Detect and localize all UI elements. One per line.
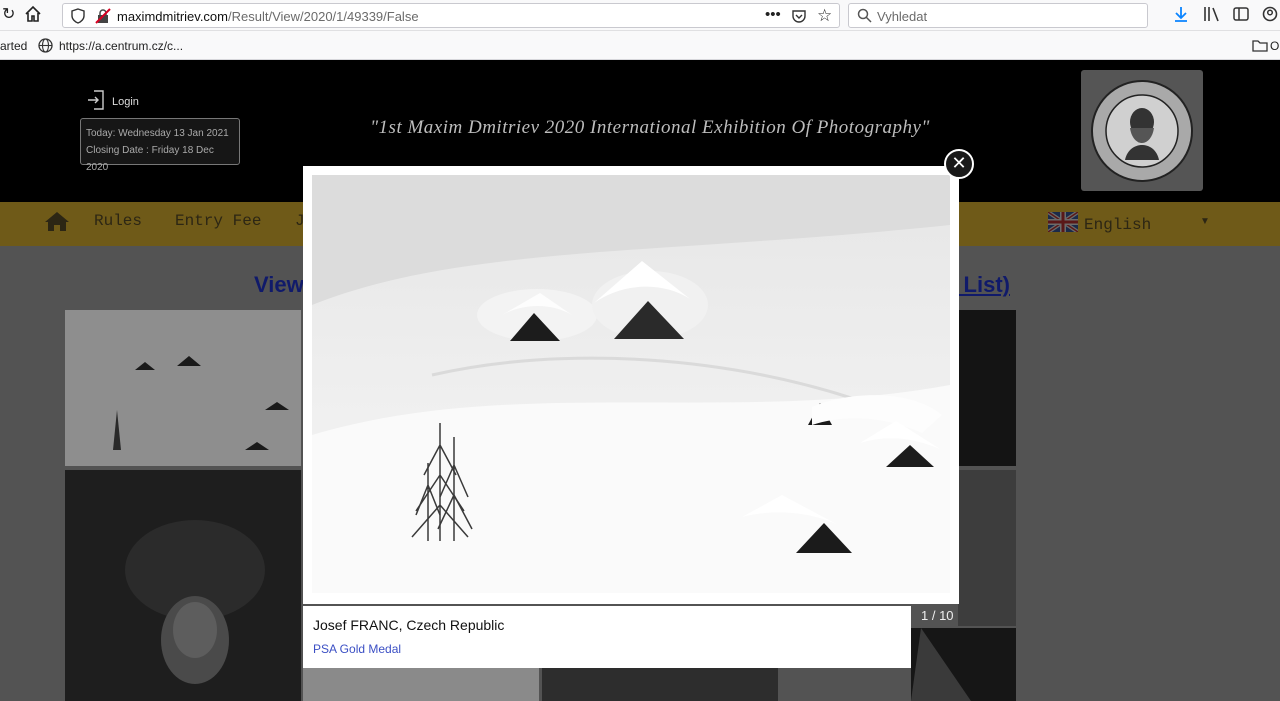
download-icon[interactable] [1173, 6, 1189, 26]
uk-flag-icon [1046, 210, 1080, 237]
thumbnail-image [65, 470, 301, 701]
language-label: English [1084, 215, 1152, 234]
page-heading: View [254, 272, 304, 297]
gallery-thumbnail[interactable] [65, 310, 301, 466]
site-logo[interactable] [1081, 70, 1203, 191]
shield-icon[interactable] [71, 8, 85, 28]
thumbnail-image [65, 310, 301, 466]
account-icon[interactable] [1262, 6, 1278, 26]
bookmark-star-icon[interactable]: ☆ [817, 7, 832, 24]
date-info-box: Today: Wednesday 13 Jan 2021 Closing Dat… [80, 118, 240, 173]
gallery-thumbnail[interactable] [958, 310, 1016, 466]
bookmark-item[interactable]: arted [0, 39, 27, 53]
lightbox-image[interactable] [312, 175, 950, 593]
library-icon[interactable] [1203, 6, 1221, 26]
bookmark-link[interactable]: https://a.centrum.cz/c... [59, 39, 183, 53]
insecure-lock-icon[interactable] [95, 8, 111, 28]
image-counter: 1 / 10 [921, 608, 954, 623]
bookmarks-toolbar: arted https://a.centrum.cz/c... O [0, 31, 1280, 60]
nav-entry-fee[interactable]: Entry Fee [175, 212, 261, 230]
search-icon [857, 8, 872, 27]
lightbox [303, 166, 959, 604]
thumbnail-image [911, 628, 1016, 701]
closing-date: Closing Date : Friday 18 Dec 2020 [86, 145, 214, 173]
url-path: /Result/View/2020/1/49339/False [228, 9, 419, 24]
bookmark-folder-label[interactable]: O [1270, 39, 1279, 53]
folder-icon[interactable] [1252, 39, 1268, 56]
url-host: maximdmitriev.com [117, 9, 228, 24]
close-lightbox-button[interactable]: ✕ [944, 149, 974, 179]
photo-award[interactable]: PSA Gold Medal [313, 642, 401, 656]
gallery-thumbnail[interactable] [542, 668, 778, 701]
gallery-thumbnail[interactable] [958, 470, 1016, 626]
photo-author: Josef FRANC, Czech Republic [313, 617, 505, 633]
sidebar-icon[interactable] [1233, 6, 1249, 26]
search-bar[interactable] [848, 3, 1148, 28]
login-icon [86, 89, 106, 114]
gallery-thumbnail[interactable] [303, 668, 539, 701]
globe-icon [38, 38, 53, 57]
gallery-thumbnail[interactable] [911, 628, 1016, 701]
snow-landscape-image [312, 175, 950, 593]
lightbox-caption: Josef FRANC, Czech Republic PSA Gold Med… [303, 606, 911, 668]
browser-toolbar: ↻ maximdmitriev.com/Result/View/2020/1/4… [0, 0, 1280, 31]
reload-icon[interactable]: ↻ [2, 7, 15, 23]
language-selector[interactable]: English [1046, 210, 1152, 237]
url-text[interactable]: maximdmitriev.com/Result/View/2020/1/493… [117, 9, 419, 24]
login-link[interactable]: Login [86, 89, 139, 114]
home-icon[interactable] [24, 5, 42, 27]
exhibition-title: "1st Maxim Dmitriev 2020 International E… [370, 117, 930, 138]
home-nav-icon[interactable] [44, 210, 70, 237]
url-bar[interactable]: maximdmitriev.com/Result/View/2020/1/493… [62, 3, 840, 28]
search-input[interactable] [877, 7, 1137, 25]
close-icon: ✕ [951, 153, 967, 173]
nav-rules[interactable]: Rules [94, 212, 142, 230]
gallery-thumbnail[interactable] [65, 470, 301, 701]
chevron-down-icon[interactable]: ▼ [1200, 216, 1210, 227]
page-actions-icon[interactable]: ••• [765, 7, 781, 22]
pocket-icon[interactable] [791, 8, 807, 28]
today-date: Today: Wednesday 13 Jan 2021 [86, 128, 229, 139]
login-label: Login [112, 95, 139, 108]
logo-emblem-icon [1091, 80, 1193, 182]
